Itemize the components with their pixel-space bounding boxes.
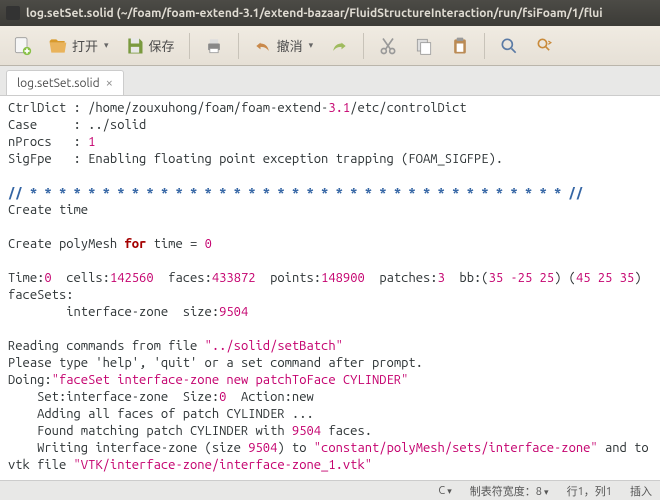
print-icon — [204, 36, 224, 56]
editor-area[interactable]: CtrlDict : /home/zouxuhong/foam/foam-ext… — [0, 96, 660, 480]
toolbar-separator — [363, 33, 364, 59]
window-titlebar: log.setSet.solid (~/foam/foam-extend-3.1… — [0, 0, 660, 26]
chevron-down-icon: ▾ — [309, 40, 314, 51]
folder-open-icon — [48, 36, 68, 56]
toolbar-separator — [484, 33, 485, 59]
insert-mode[interactable]: 插入 — [630, 483, 652, 499]
cut-icon — [378, 36, 398, 56]
open-button[interactable]: 打开 ▾ — [42, 32, 115, 60]
find-replace-icon — [535, 36, 555, 56]
tab-label: log.setSet.solid — [17, 77, 100, 90]
new-file-button[interactable] — [6, 32, 38, 60]
paste-button[interactable] — [444, 32, 476, 60]
redo-icon — [329, 36, 349, 56]
close-icon[interactable]: × — [106, 76, 113, 90]
search-icon — [499, 36, 519, 56]
chevron-down-icon: ▾ — [104, 40, 109, 51]
undo-icon — [253, 36, 273, 56]
tab-bar: log.setSet.solid × — [0, 66, 660, 96]
status-bar: C 制表符宽度：8 行1，列1 插入 — [0, 480, 660, 500]
cursor-position: 行1，列1 — [567, 483, 612, 499]
window-title: log.setSet.solid (~/foam/foam-extend-3.1… — [26, 7, 603, 20]
find-button[interactable] — [493, 32, 525, 60]
open-label: 打开 — [72, 36, 98, 55]
save-icon — [125, 36, 145, 56]
undo-label: 撤消 — [277, 36, 303, 55]
redo-button[interactable] — [323, 32, 355, 60]
save-label: 保存 — [149, 36, 175, 55]
paste-icon — [450, 36, 470, 56]
copy-icon — [414, 36, 434, 56]
toolbar-separator — [238, 33, 239, 59]
main-toolbar: 打开 ▾ 保存 撤消 ▾ — [0, 26, 660, 66]
window-app-icon — [6, 6, 20, 20]
file-tab[interactable]: log.setSet.solid × — [6, 70, 124, 95]
copy-button[interactable] — [408, 32, 440, 60]
language-selector[interactable]: C — [438, 485, 451, 497]
toolbar-separator — [189, 33, 190, 59]
new-file-icon — [12, 36, 32, 56]
save-button[interactable]: 保存 — [119, 32, 181, 60]
undo-button[interactable]: 撤消 ▾ — [247, 32, 320, 60]
print-button[interactable] — [198, 32, 230, 60]
replace-button[interactable] — [529, 32, 561, 60]
tabwidth-selector[interactable]: 制表符宽度：8 — [470, 483, 549, 499]
cut-button[interactable] — [372, 32, 404, 60]
